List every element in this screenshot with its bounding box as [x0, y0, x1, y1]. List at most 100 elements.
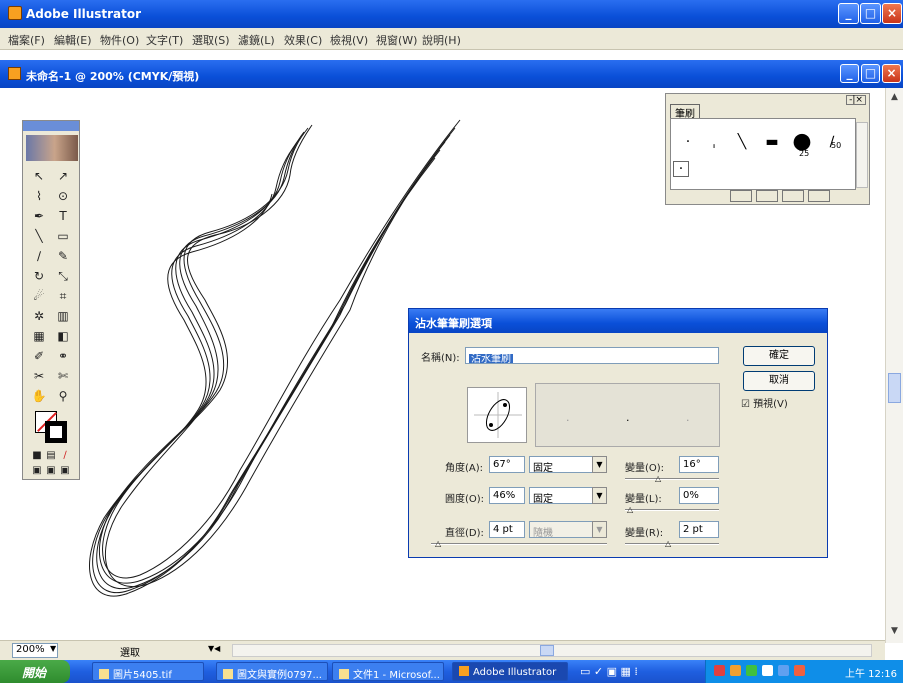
menu-window[interactable]: 視窗(W): [376, 32, 417, 48]
diameter-input[interactable]: 4 pt: [489, 521, 525, 538]
diameter-variation-slider[interactable]: △: [625, 539, 719, 548]
direct-selection-tool-icon[interactable]: ↗: [52, 167, 74, 186]
tray-icon[interactable]: [778, 665, 789, 676]
brush-shape-preview[interactable]: [467, 387, 527, 443]
pencil-tool-icon[interactable]: ✎: [52, 247, 74, 266]
angle-input[interactable]: 67°: [489, 456, 525, 473]
brush-calligraphic-flat-icon[interactable]: ▬: [757, 127, 787, 157]
tray-icon[interactable]: [762, 665, 773, 676]
brush-options-button[interactable]: [756, 190, 778, 202]
blend-tool-icon[interactable]: ⚭: [52, 347, 74, 366]
menu-select[interactable]: 選取(S): [192, 32, 230, 48]
close-button[interactable]: ×: [882, 3, 902, 24]
stroke-black-icon[interactable]: [45, 421, 67, 443]
taskbar-item[interactable]: 圖文與實例0797...: [216, 662, 328, 681]
symbol-sprayer-tool-icon[interactable]: ✲: [28, 307, 50, 326]
horizontal-scroll-thumb[interactable]: [540, 645, 554, 656]
panel-scrollbar[interactable]: [856, 122, 868, 188]
angle-variation-input[interactable]: 16°: [679, 456, 719, 473]
magic-wand-tool-icon[interactable]: ⌇: [28, 187, 50, 206]
line-tool-icon[interactable]: ╲: [28, 227, 50, 246]
brush-selected-dot-icon[interactable]: ·: [673, 161, 689, 177]
tray-icon[interactable]: [730, 665, 741, 676]
roundness-mode-select[interactable]: 固定 ▼: [529, 487, 607, 505]
taskbar-item[interactable]: Adobe Illustrator: [452, 662, 568, 681]
hand-tool-icon[interactable]: ✋: [28, 387, 50, 406]
tools-palette-titlebar[interactable]: [23, 121, 79, 131]
roundness-variation-slider[interactable]: △: [625, 505, 719, 514]
slider-thumb-icon[interactable]: △: [655, 474, 661, 483]
diameter-variation-input[interactable]: 2 pt: [679, 521, 719, 538]
fill-stroke-swatch[interactable]: [35, 411, 69, 445]
brush-calligraphic-slant-icon[interactable]: ╲: [727, 127, 757, 157]
angle-mode-select[interactable]: 固定 ▼: [529, 456, 607, 474]
paintbrush-tool-icon[interactable]: ∕: [28, 247, 50, 266]
scale-tool-icon[interactable]: ⤡: [52, 267, 74, 286]
quick-launch-icons[interactable]: ▭ ✓ ▣ ▦ ⁞: [580, 665, 638, 678]
slider-thumb-icon[interactable]: △: [627, 505, 633, 514]
warp-tool-icon[interactable]: ☄: [28, 287, 50, 306]
zoom-tool-icon[interactable]: ⚲: [52, 387, 74, 406]
tray-icon[interactable]: [714, 665, 725, 676]
menu-effect[interactable]: 效果(C): [284, 32, 322, 48]
new-brush-button[interactable]: [782, 190, 804, 202]
doc-close-button[interactable]: ×: [882, 64, 901, 83]
doc-maximize-button[interactable]: □: [861, 64, 880, 83]
column-graph-tool-icon[interactable]: ▥: [52, 307, 74, 326]
roundness-input[interactable]: 46%: [489, 487, 525, 504]
slider-thumb-icon[interactable]: △: [435, 539, 441, 548]
diameter-slider[interactable]: △: [431, 539, 607, 548]
maximize-button[interactable]: □: [860, 3, 881, 24]
mesh-tool-icon[interactable]: ▦: [28, 327, 50, 346]
angle-variation-slider[interactable]: △: [625, 474, 719, 483]
doc-minimize-button[interactable]: _: [840, 64, 859, 83]
taskbar-item[interactable]: 圖片5405.tif: [92, 662, 204, 681]
start-button[interactable]: 開始: [0, 660, 70, 683]
rectangle-tool-icon[interactable]: ▭: [52, 227, 74, 246]
menu-type[interactable]: 文字(T): [146, 32, 183, 48]
selection-tool-icon[interactable]: ↖: [28, 167, 50, 186]
chevron-down-icon[interactable]: ▼: [592, 487, 607, 504]
remove-brush-stroke-button[interactable]: [730, 190, 752, 202]
menu-object[interactable]: 物件(O): [100, 32, 139, 48]
scroll-up-icon[interactable]: ▲: [888, 92, 901, 105]
vertical-scrollbar[interactable]: ▲ ▼: [885, 88, 903, 643]
scroll-thumb[interactable]: [888, 373, 901, 403]
rotate-tool-icon[interactable]: ↻: [28, 267, 50, 286]
chevron-down-icon[interactable]: ▼: [592, 521, 607, 538]
menu-view[interactable]: 檢視(V): [330, 32, 368, 48]
taskbar-item-label: Adobe Illustrator: [473, 667, 557, 678]
full-screen-mode-icon[interactable]: ▣: [54, 461, 76, 480]
slice-tool-icon[interactable]: ✄: [52, 367, 74, 386]
menu-edit[interactable]: 編輯(E): [54, 32, 92, 48]
delete-brush-button[interactable]: [808, 190, 830, 202]
menu-file[interactable]: 檔案(F): [8, 32, 45, 48]
status-menu-icon[interactable]: ▼◀: [208, 644, 220, 653]
slider-thumb-icon[interactable]: △: [665, 539, 671, 548]
eyedropper-tool-icon[interactable]: ✐: [28, 347, 50, 366]
type-tool-icon[interactable]: T: [52, 207, 74, 226]
menu-help[interactable]: 說明(H): [422, 32, 461, 48]
lasso-tool-icon[interactable]: ⊙: [52, 187, 74, 206]
diameter-mode-select[interactable]: 隨機 ▼: [529, 521, 607, 539]
menu-filter[interactable]: 濾鏡(L): [238, 32, 275, 48]
scroll-down-icon[interactable]: ▼: [888, 626, 901, 639]
brushes-tab[interactable]: 筆刷: [670, 104, 700, 120]
tray-icon[interactable]: [746, 665, 757, 676]
zoom-dropdown-icon[interactable]: ▼: [50, 644, 56, 653]
chevron-down-icon[interactable]: ▼: [592, 456, 607, 473]
minimize-button[interactable]: _: [838, 3, 859, 24]
taskbar-item[interactable]: 文件1 - Microsof...: [332, 662, 444, 681]
free-transform-tool-icon[interactable]: ⌗: [52, 287, 74, 306]
preview-checkbox[interactable]: ☑ 預視(V): [741, 395, 788, 410]
pen-tool-icon[interactable]: ✒: [28, 207, 50, 226]
name-input[interactable]: 沾水筆刷: [465, 347, 719, 364]
brush-dot-tiny-icon[interactable]: ˌ: [699, 127, 729, 157]
roundness-variation-input[interactable]: 0%: [679, 487, 719, 504]
scissors-tool-icon[interactable]: ✂: [28, 367, 50, 386]
cancel-button[interactable]: 取消: [743, 371, 815, 391]
gradient-tool-icon[interactable]: ◧: [52, 327, 74, 346]
panel-close-button[interactable]: -|×: [846, 95, 866, 105]
tray-icon[interactable]: [794, 665, 805, 676]
ok-button[interactable]: 確定: [743, 346, 815, 366]
